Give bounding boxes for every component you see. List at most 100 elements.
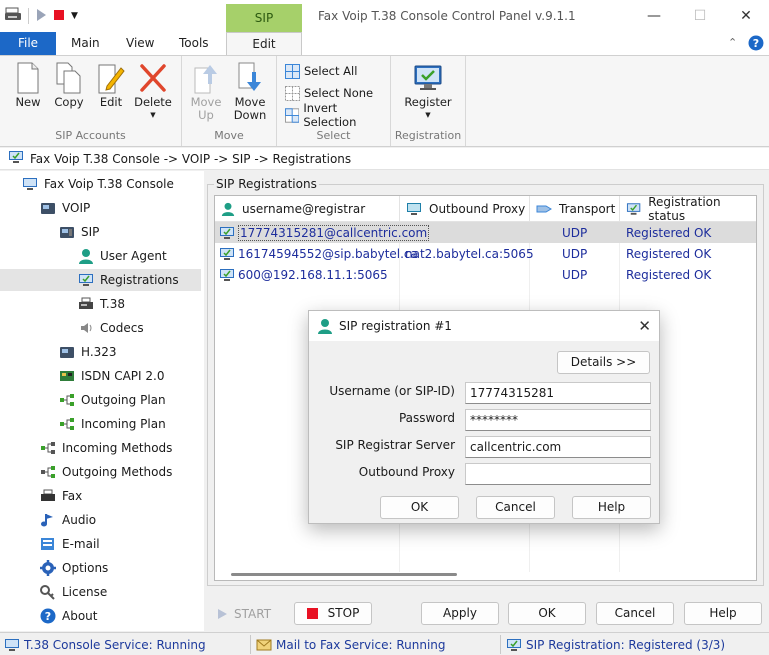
tree-item-isdn[interactable]: ISDN CAPI 2.0: [59, 365, 164, 387]
select-all-button[interactable]: Select All: [285, 61, 357, 81]
group-label: SIP Accounts: [55, 129, 126, 142]
h323-phone-icon: [59, 344, 75, 360]
cell-status: Registered OK: [626, 246, 712, 261]
group-move: Move Up Move Down Move: [182, 56, 277, 146]
speaker-icon: [78, 320, 94, 336]
window-title: Fax Voip T.38 Console Control Panel v.9.…: [318, 9, 576, 23]
audio-icon: [40, 512, 56, 528]
dialog-title-bar: SIP registration #1 ✕: [309, 311, 659, 341]
table-row[interactable]: 17774315281@callcentric.com UDP Register…: [215, 222, 756, 243]
select-none-icon: [285, 85, 300, 101]
move-up-button[interactable]: Move Up: [184, 60, 228, 122]
edit-button[interactable]: Edit: [89, 60, 133, 109]
tab-file[interactable]: File: [0, 32, 56, 55]
tree-item-codecs[interactable]: Codecs: [78, 317, 144, 339]
qat-customize-icon[interactable]: ▼: [71, 11, 78, 21]
collapse-ribbon-icon[interactable]: ⌃: [728, 32, 737, 55]
group-label: Move: [214, 129, 244, 142]
tree-item-audio[interactable]: Audio: [40, 509, 96, 531]
tree-item-registrations[interactable]: Registrations: [0, 269, 201, 291]
play-icon: [218, 608, 227, 619]
tree-item-options[interactable]: Options: [40, 557, 108, 579]
registrations-icon: [8, 150, 24, 167]
cell-status: Registered OK: [626, 225, 712, 240]
tree-item-incoming-plan[interactable]: Incoming Plan: [59, 413, 166, 435]
horizontal-scrollbar[interactable]: [231, 573, 457, 576]
info-icon: ?: [40, 608, 56, 624]
table-row[interactable]: 16174594552@sip.babytel.ca nat2.babytel.…: [215, 243, 756, 264]
close-icon[interactable]: ✕: [638, 317, 651, 335]
ribbon: New Copy Edit Delete ▼ SIP Accounts Move…: [0, 55, 769, 147]
username-field[interactable]: 17774315281: [465, 382, 651, 404]
outbound-proxy-field[interactable]: [465, 463, 651, 485]
isdn-card-icon: [59, 368, 75, 384]
new-button[interactable]: New: [6, 60, 50, 109]
gear-icon: [40, 560, 56, 576]
svg-text:?: ?: [753, 37, 759, 50]
tree-item-console[interactable]: Fax Voip T.38 Console: [22, 173, 174, 195]
tree-item-fax[interactable]: Fax: [40, 485, 82, 507]
tree-item-about[interactable]: ? About: [40, 605, 97, 627]
dialog-title: SIP registration #1: [339, 319, 452, 333]
help-button[interactable]: Help: [684, 602, 762, 625]
column-header-username[interactable]: username@registrar: [215, 196, 400, 222]
copy-button[interactable]: Copy: [47, 60, 91, 109]
group-registration: Register ▼ Registration: [391, 56, 466, 146]
minimize-button[interactable]: —: [631, 0, 677, 32]
table-row[interactable]: 600@192.168.11.1:5065 UDP Registered OK: [215, 264, 756, 285]
tree-item-license[interactable]: License: [40, 581, 107, 603]
tree-item-user-agent[interactable]: User Agent: [78, 245, 167, 267]
tree-item-voip[interactable]: VOIP: [40, 197, 90, 219]
move-down-button[interactable]: Move Down: [228, 60, 272, 122]
register-dropdown-icon: ▼: [425, 111, 431, 119]
breadcrumb-text: Fax Voip T.38 Console -> VOIP -> SIP -> …: [30, 151, 352, 166]
tab-tools[interactable]: Tools: [179, 32, 209, 55]
register-button[interactable]: Register ▼: [403, 60, 453, 122]
delete-button[interactable]: Delete ▼: [131, 60, 175, 122]
plan-icon: [59, 392, 75, 408]
email-icon: [40, 536, 56, 552]
details-button[interactable]: Details >>: [557, 351, 650, 374]
user-icon: [221, 202, 235, 216]
tab-view[interactable]: View: [126, 32, 154, 55]
password-field[interactable]: ********: [465, 409, 651, 431]
tab-main[interactable]: Main: [71, 32, 100, 55]
tree-item-outgoing-methods[interactable]: Outgoing Methods: [40, 461, 172, 483]
dialog-help-button[interactable]: Help: [572, 496, 651, 519]
user-icon: [318, 319, 332, 334]
invert-selection-button[interactable]: Invert Selection: [285, 101, 390, 129]
qat-start-icon[interactable]: [35, 8, 47, 25]
group-label: Registration: [394, 129, 462, 142]
tree-item-outgoing-plan[interactable]: Outgoing Plan: [59, 389, 166, 411]
dialog-ok-button[interactable]: OK: [380, 496, 459, 519]
column-header-outbound-proxy[interactable]: Outbound Proxy: [400, 196, 530, 222]
dialog-cancel-button[interactable]: Cancel: [476, 496, 555, 519]
apply-button[interactable]: Apply: [421, 602, 499, 625]
registrar-field[interactable]: callcentric.com: [465, 436, 651, 458]
plan-icon: [59, 416, 75, 432]
maximize-button[interactable]: ☐: [677, 0, 723, 32]
tree-item-sip[interactable]: SIP: [59, 221, 99, 243]
column-header-transport[interactable]: Transport: [530, 196, 620, 222]
navigation-tree: Fax Voip T.38 Console VOIP SIP User Agen…: [0, 171, 204, 631]
start-button[interactable]: START: [208, 602, 288, 625]
registrations-icon: [507, 638, 521, 651]
stop-button[interactable]: STOP: [294, 602, 372, 625]
select-none-button[interactable]: Select None: [285, 83, 373, 103]
tree-item-t38[interactable]: T.38: [78, 293, 125, 315]
quick-access-toolbar: ▼: [4, 4, 78, 28]
ok-button[interactable]: OK: [508, 602, 586, 625]
tab-edit[interactable]: Edit: [226, 32, 302, 55]
column-header-registration-status[interactable]: Registration status: [620, 195, 756, 223]
close-window-button[interactable]: ✕: [723, 0, 769, 32]
cell-status: Registered OK: [626, 267, 712, 282]
key-icon: [40, 584, 56, 600]
breadcrumb: Fax Voip T.38 Console -> VOIP -> SIP -> …: [0, 148, 769, 170]
group-select: Select All Select None Invert Selection …: [277, 56, 391, 146]
tree-item-incoming-methods[interactable]: Incoming Methods: [40, 437, 172, 459]
qat-stop-icon[interactable]: [53, 9, 65, 24]
cancel-button[interactable]: Cancel: [596, 602, 674, 625]
status-mail: Mail to Fax Service: Running: [256, 633, 446, 655]
tree-item-email[interactable]: E-mail: [40, 533, 100, 555]
tree-item-h323[interactable]: H.323: [59, 341, 117, 363]
